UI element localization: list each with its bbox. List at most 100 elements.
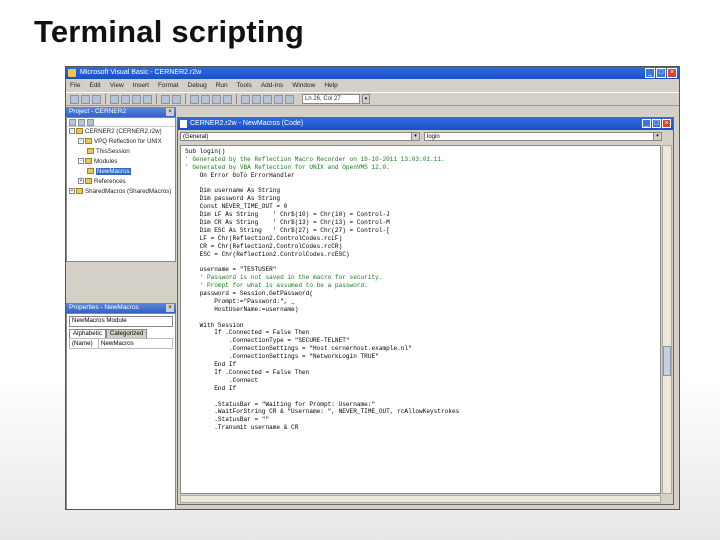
tree-item[interactable]: NewMacros <box>67 167 175 177</box>
code-line[interactable]: If .Connected = False Then <box>185 329 660 337</box>
close-icon[interactable]: × <box>662 119 671 128</box>
toolbar-options-icon[interactable]: ▾ <box>362 94 370 104</box>
code-line[interactable] <box>185 258 660 266</box>
maximize-icon[interactable]: □ <box>652 119 661 128</box>
chevron-down-icon[interactable]: ▾ <box>653 133 661 140</box>
tree-item[interactable]: ThisSession <box>67 147 175 157</box>
code-line[interactable] <box>185 314 660 322</box>
find-icon[interactable] <box>143 94 152 104</box>
code-line[interactable]: Dim password As String <box>185 195 660 203</box>
run-icon[interactable] <box>190 94 199 104</box>
property-row-name[interactable]: (Name) NewMacros <box>69 338 173 349</box>
collapse-icon[interactable]: - <box>78 158 84 165</box>
code-line[interactable]: Dim CR As String ' Chr$(13) = Chr(13) = … <box>185 219 660 227</box>
collapse-icon[interactable]: - <box>78 138 84 145</box>
code-line[interactable] <box>185 393 660 401</box>
code-line[interactable]: ' Password is not saved in the macro for… <box>185 274 660 282</box>
code-line[interactable]: .ConnectionSettings = "Host cernerhost.e… <box>185 345 660 353</box>
help-icon[interactable] <box>285 94 294 104</box>
maximize-icon[interactable]: □ <box>656 68 666 78</box>
tree-item[interactable]: - CERNER2 (CERNER2.r2w) <box>67 127 175 137</box>
code-line[interactable] <box>185 180 660 188</box>
menu-item-insert[interactable]: Insert <box>133 80 149 91</box>
code-line[interactable]: HostUserName:=username) <box>185 306 660 314</box>
code-line[interactable]: LF = Chr(Reflection2.ControlCodes.rcLF) <box>185 235 660 243</box>
code-line[interactable]: ' Generated by VBA Reflection for UNIX a… <box>185 164 660 172</box>
expand-icon[interactable]: + <box>78 178 84 185</box>
insert-module-icon[interactable] <box>81 94 90 104</box>
expand-icon[interactable]: + <box>69 188 75 195</box>
code-line[interactable]: With Session <box>185 322 660 330</box>
code-line[interactable]: password = Session.GetPassword( <box>185 290 660 298</box>
code-line[interactable]: Dim LF As String ' Chr$(10) = Chr(10) = … <box>185 211 660 219</box>
code-line[interactable]: .StatusBar = "" <box>185 416 660 424</box>
code-line[interactable]: .ConnectionSettings = "NetworkLogin TRUE… <box>185 353 660 361</box>
menu-item-edit[interactable]: Edit <box>89 80 100 91</box>
menu-item-debug[interactable]: Debug <box>188 80 207 91</box>
code-line[interactable]: End If <box>185 361 660 369</box>
property-value[interactable]: NewMacros <box>99 339 134 348</box>
chevron-down-icon[interactable]: ▾ <box>411 133 419 140</box>
undo-icon[interactable] <box>161 94 170 104</box>
design-mode-icon[interactable] <box>223 94 232 104</box>
properties-icon[interactable] <box>252 94 261 104</box>
cut-icon[interactable] <box>110 94 119 104</box>
code-line[interactable]: .Connect <box>185 377 660 385</box>
procedure-combo[interactable]: login ▾ <box>424 132 662 141</box>
tab-categorized[interactable]: Categorized <box>105 329 148 338</box>
code-line[interactable]: ' Generated by the Reflection Macro Reco… <box>185 156 660 164</box>
menu-item-add-ins[interactable]: Add-Ins <box>261 80 283 91</box>
menu-item-file[interactable]: File <box>70 80 80 91</box>
menu-item-tools[interactable]: Tools <box>237 80 252 91</box>
menu-item-view[interactable]: View <box>110 80 124 91</box>
break-icon[interactable] <box>201 94 210 104</box>
code-line[interactable]: Dim username As String <box>185 187 660 195</box>
tree-item[interactable]: + References <box>67 177 175 187</box>
code-line[interactable]: Prompt:="Password:", _ <box>185 298 660 306</box>
close-icon[interactable]: × <box>667 68 677 78</box>
code-line[interactable]: If .Connected = False Then <box>185 369 660 377</box>
code-line[interactable]: Sub login() <box>185 148 660 156</box>
code-line[interactable]: ' Prompt for what is assumed to be a pas… <box>185 282 660 290</box>
code-editor[interactable]: Sub login() ' Generated by the Reflection… <box>180 145 661 494</box>
collapse-icon[interactable]: - <box>69 128 75 135</box>
tree-item[interactable]: - VPQ Reflection for UNIX <box>67 137 175 147</box>
menu-item-run[interactable]: Run <box>216 80 228 91</box>
toggle-folders-icon[interactable] <box>87 119 94 126</box>
menu-item-help[interactable]: Help <box>324 80 337 91</box>
code-line[interactable]: End If <box>185 385 660 393</box>
tree-item[interactable]: + SharedMacros (SharedMacros) <box>67 187 175 197</box>
view-excel-icon[interactable] <box>70 94 79 104</box>
redo-icon[interactable] <box>172 94 181 104</box>
menu-item-format[interactable]: Format <box>158 80 179 91</box>
menu-item-window[interactable]: Window <box>292 80 315 91</box>
view-code-icon[interactable] <box>69 119 76 126</box>
code-line[interactable]: .WaitForString CR & "Username: ", NEVER_… <box>185 408 660 416</box>
object-browser-icon[interactable] <box>263 94 272 104</box>
object-combo[interactable]: (General) ▾ <box>180 132 420 141</box>
code-line[interactable]: Const NEVER_TIME_OUT = 0 <box>185 203 660 211</box>
code-line[interactable]: CR = Chr(Reflection2.ControlCodes.rcCR) <box>185 243 660 251</box>
code-line[interactable]: On Error GoTo ErrorHandler <box>185 172 660 180</box>
scrollbar-thumb[interactable] <box>663 346 671 376</box>
minimize-icon[interactable]: _ <box>642 119 651 128</box>
copy-icon[interactable] <box>121 94 130 104</box>
project-explorer-icon[interactable] <box>241 94 250 104</box>
close-icon[interactable]: × <box>166 304 174 312</box>
tab-alphabetic[interactable]: Alphabetic <box>69 329 106 338</box>
view-object-icon[interactable] <box>78 119 85 126</box>
code-line[interactable]: .ConnectionType = "SECURE-TELNET" <box>185 337 660 345</box>
paste-icon[interactable] <box>132 94 141 104</box>
minimize-icon[interactable]: _ <box>645 68 655 78</box>
code-line[interactable]: Dim ESC As String ' Chr$(27) = Chr(27) =… <box>185 227 660 235</box>
close-icon[interactable]: × <box>166 108 174 116</box>
code-line[interactable]: .StatusBar = "Waiting for Prompt: Userna… <box>185 401 660 409</box>
code-line[interactable]: username = "TESTUSER" <box>185 266 660 274</box>
properties-object-select[interactable]: NewMacros Module <box>69 316 173 327</box>
horizontal-scrollbar[interactable] <box>180 495 661 503</box>
save-icon[interactable] <box>92 94 101 104</box>
code-line[interactable]: ESC = Chr(Reflection2.ControlCodes.rcESC… <box>185 251 660 259</box>
tree-item[interactable]: - Modules <box>67 157 175 167</box>
vertical-scrollbar[interactable] <box>662 145 672 494</box>
toolbox-icon[interactable] <box>274 94 283 104</box>
